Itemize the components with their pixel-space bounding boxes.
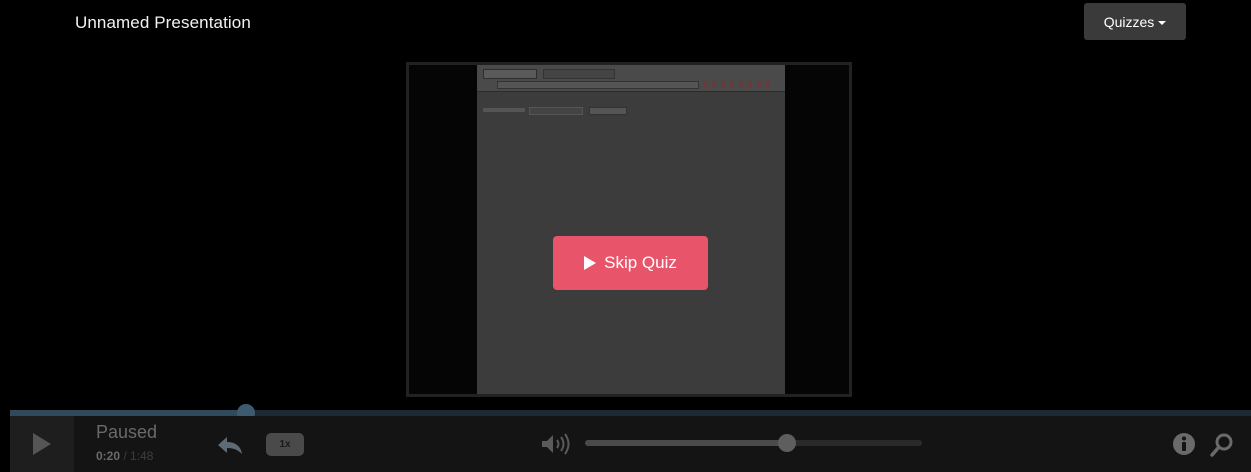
slide-browser-chrome [477,65,785,92]
time-separator: / [120,449,131,463]
play-icon [584,256,597,270]
slide-address-bar [497,81,699,89]
slide-toolbar-icons [703,81,775,87]
volume-fill [585,440,788,446]
video-frame [406,62,852,397]
volume-handle[interactable] [778,434,797,452]
slide-page-button [589,107,627,115]
info-icon[interactable] [1172,432,1196,456]
quizzes-label: Quizzes [1103,13,1155,30]
play-button[interactable] [10,416,74,472]
caret-down-icon [1158,20,1167,25]
volume-icon[interactable] [540,432,572,456]
slide-browser-tab [543,69,615,79]
slide-screenshot [477,65,785,394]
playback-status: Paused [96,422,158,442]
search-icon[interactable] [1208,432,1236,458]
slide-browser-tab [483,69,537,79]
quizzes-dropdown-button[interactable]: Quizzes [1084,3,1186,40]
total-time: 1:48 [130,449,154,463]
slide-page-field [529,107,583,115]
time-display: 0:20 / 1:48 [96,449,153,463]
skip-quiz-button[interactable]: Skip Quiz [553,236,708,290]
presentation-title: Unnamed Presentation [75,13,251,32]
volume-slider[interactable] [585,434,922,452]
skip-quiz-label: Skip Quiz [604,253,677,272]
playback-speed-button[interactable]: 1x [266,433,304,456]
current-time: 0:20 [96,449,121,463]
play-icon [33,433,51,455]
slide-page-label [483,108,525,112]
rewind-icon[interactable] [216,434,244,456]
